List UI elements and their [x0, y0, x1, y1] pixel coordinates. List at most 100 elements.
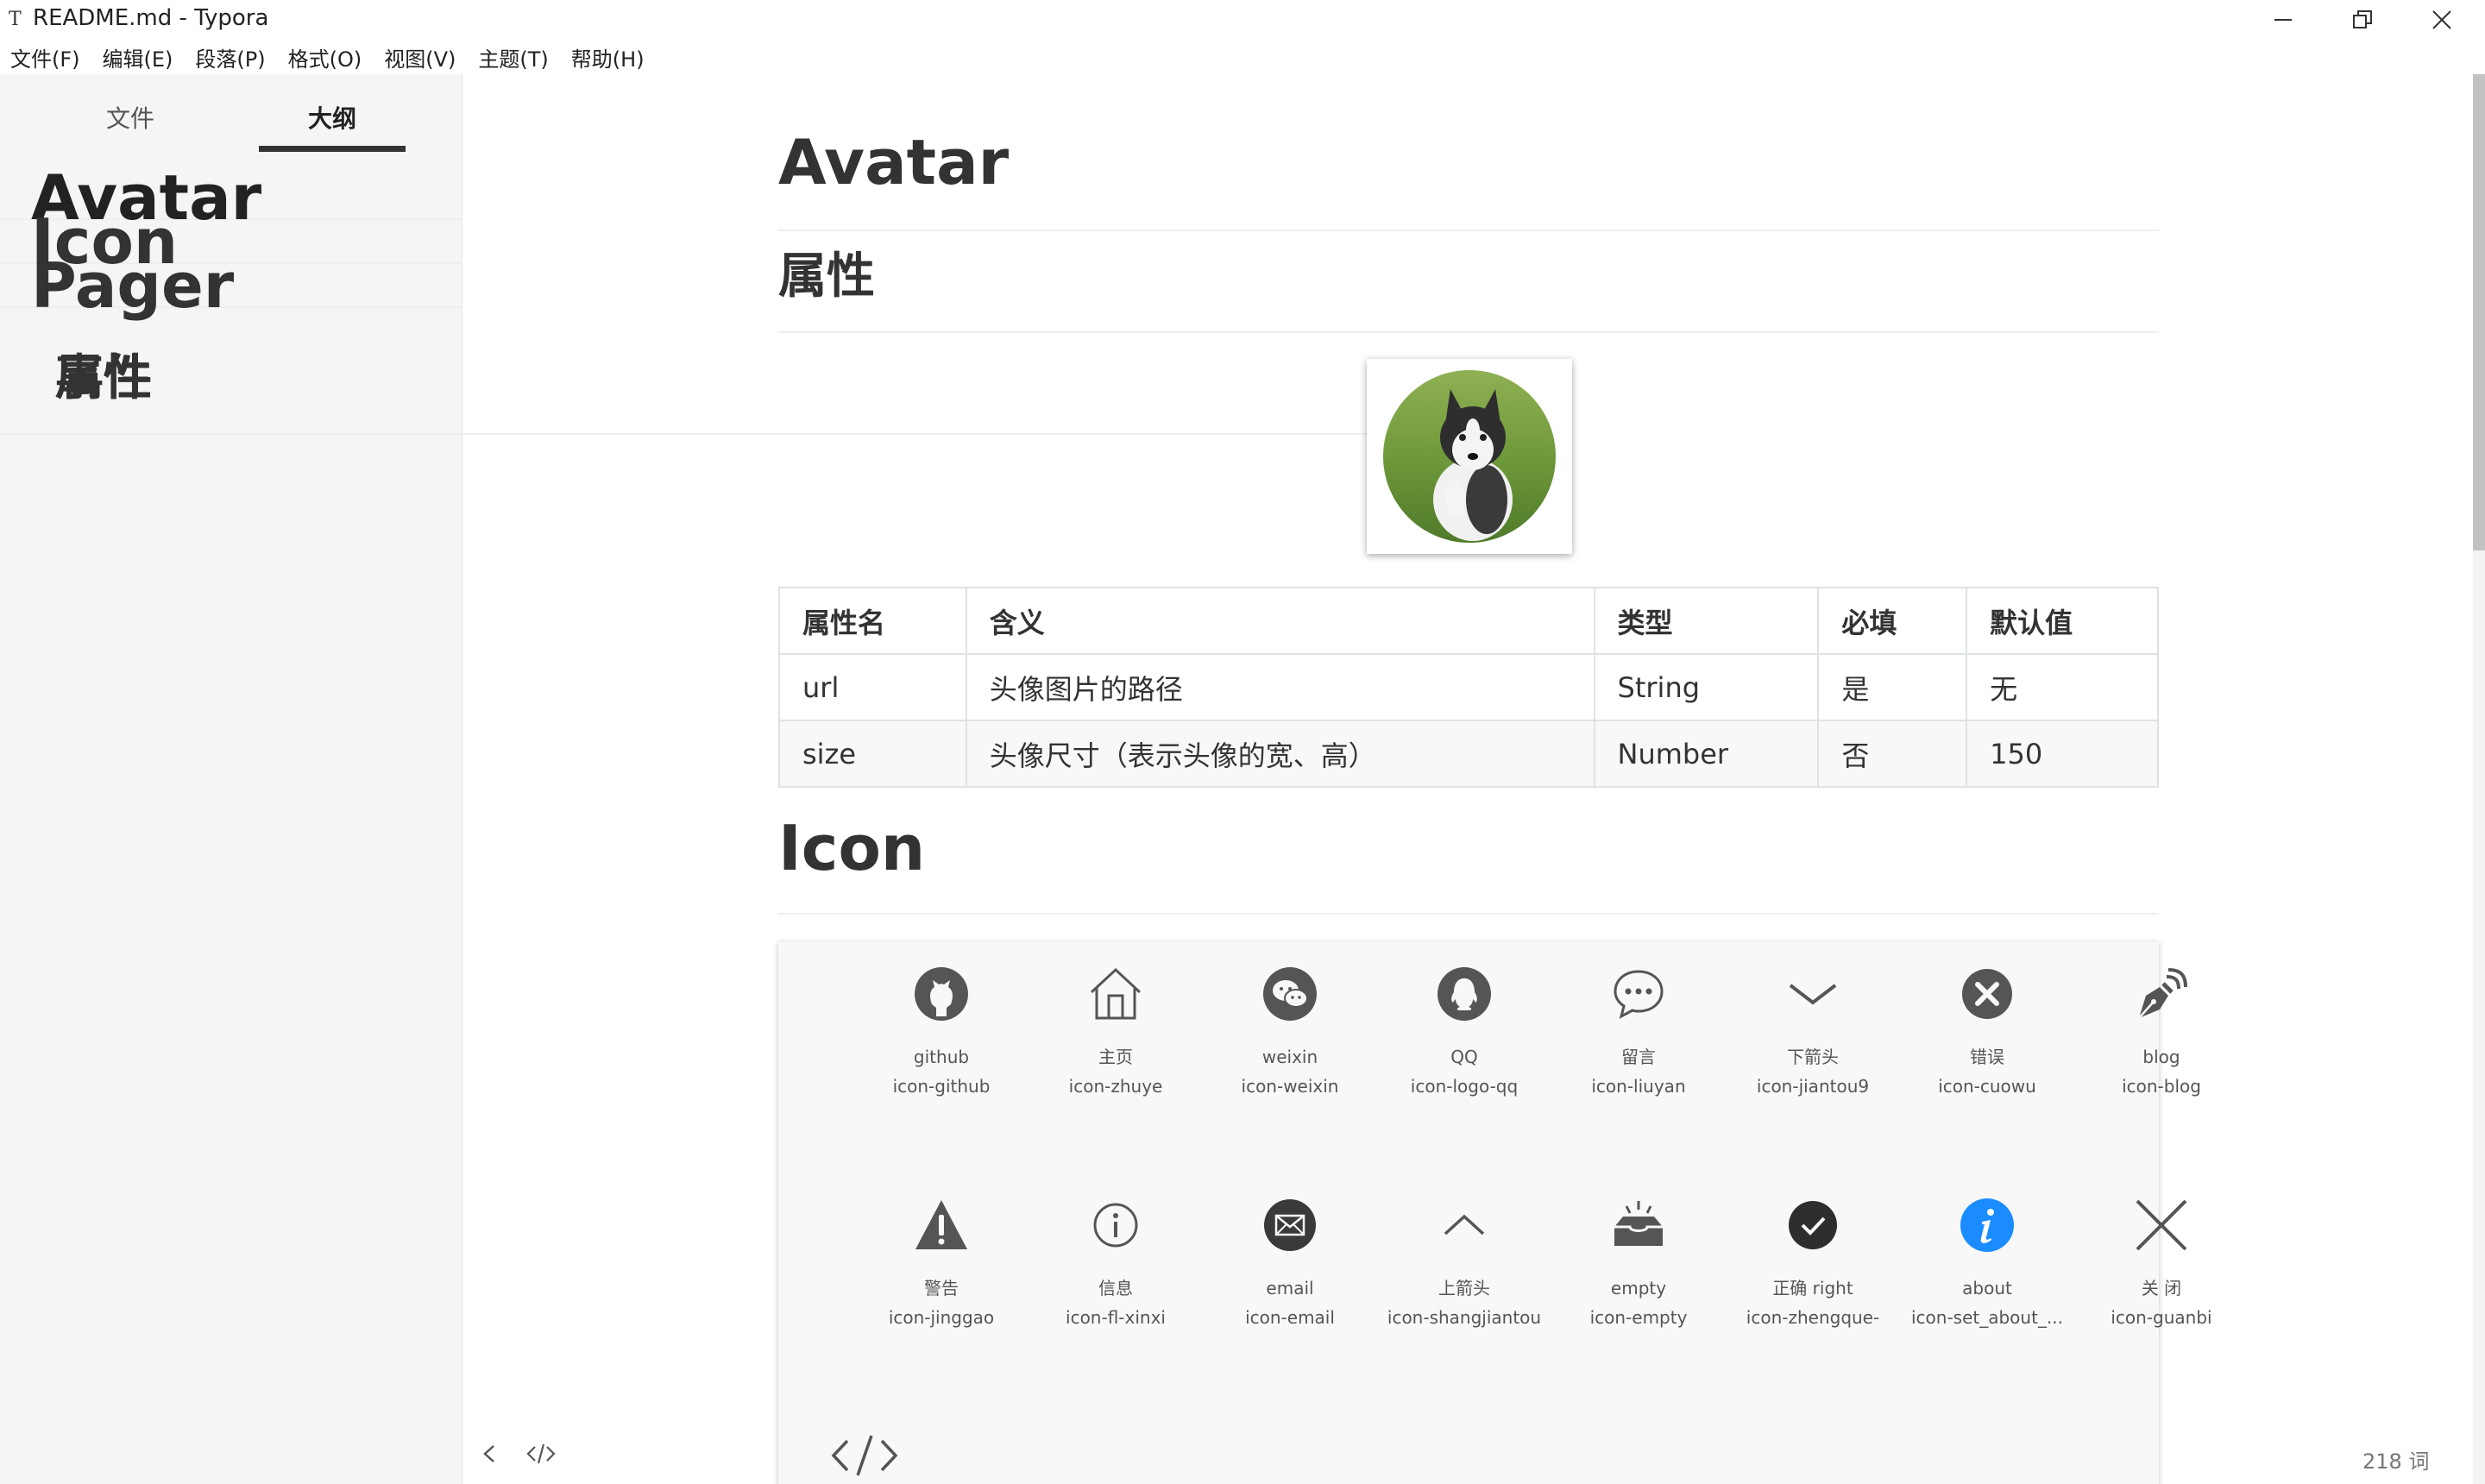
icon-label: 错误 — [1970, 1047, 2004, 1067]
table-cell: Number — [1593, 720, 1820, 788]
table-header-cell: 含义 — [965, 587, 1595, 655]
sidebar-tabs: 文件 大纲 — [0, 98, 462, 152]
table-cell: 头像图片的路径 — [965, 653, 1595, 721]
icon-classname: icon-fl-xinxi — [1066, 1307, 1166, 1328]
icon-label: blog — [2142, 1047, 2180, 1067]
icon-card-email[interactable]: email icon-email — [1204, 1198, 1376, 1332]
window-title: README.md - Typora — [33, 5, 269, 31]
icon-card-empty[interactable]: empty icon-empty — [1552, 1198, 1725, 1332]
icon-classname: icon-weixin — [1241, 1076, 1339, 1097]
menu-theme[interactable]: 主题(T) — [478, 42, 548, 72]
check-circle-icon — [1789, 1201, 1837, 1249]
outline-item-pager-events[interactable]: 事件 — [0, 355, 1381, 435]
table-header-cell: 默认值 — [1966, 587, 2159, 655]
tab-outline[interactable]: 大纲 — [259, 98, 406, 152]
menu-bar: 文件(F) 编辑(E) 段落(P) 格式(O) 视图(V) 主题(T) 帮助(H… — [0, 40, 667, 74]
icon-card-blog[interactable]: blog icon-blog — [2075, 966, 2248, 1101]
icon-card-jiantou9[interactable]: 下箭头 icon-jiantou9 — [1727, 966, 1899, 1101]
source-code-icon[interactable] — [828, 1434, 901, 1477]
menu-help[interactable]: 帮助(H) — [571, 42, 645, 72]
icon-card-about[interactable]: about icon-set_about_... — [1901, 1198, 2073, 1332]
minimize-button[interactable] — [2243, 0, 2323, 40]
table-cell: 无 — [1966, 653, 2159, 721]
icon-card-guanbi[interactable]: 关 闭 icon-guanbi — [2075, 1198, 2248, 1332]
heading-avatar: Avatar — [778, 131, 2159, 231]
empty-inbox-icon — [1614, 1201, 1663, 1246]
tab-files[interactable]: 文件 — [57, 98, 204, 152]
icon-card-weixin[interactable]: weixin icon-weixin — [1204, 966, 1376, 1101]
icon-classname: icon-email — [1245, 1307, 1335, 1328]
typora-app-icon: T — [9, 9, 22, 30]
icon-card-cuowu[interactable]: 错误 icon-cuowu — [1901, 966, 2073, 1101]
icon-label: 下箭头 — [1787, 1047, 1839, 1067]
table-cell: 是 — [1817, 653, 1968, 721]
properties-table: 属性名 含义 类型 必填 默认值 url 头像图片的路径 String 是 无 … — [778, 587, 2159, 788]
icon-gallery: github icon-github 主页 icon-zhuye weixin … — [778, 942, 2212, 1484]
icon-label: QQ — [1450, 1047, 1478, 1067]
error-icon — [1962, 969, 2012, 1019]
table-cell: 否 — [1817, 720, 1968, 788]
icon-classname: icon-jinggao — [888, 1307, 995, 1328]
icon-classname: icon-logo-qq — [1410, 1076, 1519, 1097]
table-header-cell: 属性名 — [778, 587, 967, 655]
icon-classname: icon-github — [892, 1076, 991, 1097]
icon-classname: icon-blog — [2122, 1076, 2201, 1097]
icon-card-shangjiantou[interactable]: 上箭头 icon-shangjiantou — [1378, 1198, 1551, 1332]
minimize-icon — [2274, 19, 2292, 21]
icon-classname: icon-guanbi — [2111, 1307, 2212, 1328]
icon-card-xinxi[interactable]: 信息 icon-fl-xinxi — [1029, 1198, 1202, 1332]
table-cell: url — [778, 653, 967, 721]
icon-classname: icon-set_about_... — [1910, 1307, 2064, 1328]
icon-card-zhengque[interactable]: 正确 right icon-zhengque- — [1727, 1198, 1899, 1332]
chevron-left-icon[interactable] — [480, 1441, 500, 1467]
icon-card-zhuye[interactable]: 主页 icon-zhuye — [1029, 966, 1202, 1101]
icon-label: 留言 — [1621, 1047, 1656, 1067]
icon-label: 关 闭 — [2141, 1278, 2182, 1298]
table-row: url 头像图片的路径 String 是 无 — [778, 653, 2159, 721]
source-code-icon[interactable] — [526, 1441, 556, 1467]
husky-photo — [1383, 370, 1556, 543]
restore-button[interactable] — [2323, 0, 2402, 40]
table-cell: 150 — [1966, 720, 2159, 788]
icon-card-liuyan[interactable]: 留言 icon-liuyan — [1552, 966, 1725, 1101]
icon-label: empty — [1610, 1278, 1667, 1298]
github-icon — [915, 967, 968, 1021]
table-header-cell: 类型 — [1593, 587, 1820, 655]
icon-classname: icon-zhengque- — [1746, 1307, 1880, 1328]
icon-card-qq[interactable]: QQ icon-logo-qq — [1378, 966, 1551, 1101]
close-icon — [2136, 1199, 2187, 1251]
menu-edit[interactable]: 编辑(E) — [103, 42, 173, 72]
icon-label: about — [1962, 1278, 2012, 1298]
icon-label: 主页 — [1098, 1047, 1133, 1067]
icon-label: weixin — [1261, 1047, 1318, 1067]
menu-format[interactable]: 格式(O) — [288, 42, 362, 72]
icon-card-github[interactable]: github icon-github — [855, 966, 1028, 1101]
icon-label: 信息 — [1098, 1278, 1133, 1298]
scrollbar-thumb[interactable] — [2473, 74, 2485, 550]
icon-card-jinggao[interactable]: 警告 icon-jinggao — [855, 1198, 1028, 1332]
icon-classname: icon-zhuye — [1068, 1076, 1163, 1097]
title-bar: T README.md - Typora — [0, 0, 2485, 40]
word-count[interactable]: 218 词 — [2362, 1444, 2429, 1475]
close-window-button[interactable] — [2402, 0, 2482, 40]
menu-view[interactable]: 视图(V) — [384, 42, 456, 72]
menu-paragraph[interactable]: 段落(P) — [195, 42, 265, 72]
restore-icon — [2353, 10, 2372, 28]
close-icon — [2432, 10, 2451, 29]
outline-list: Avatar 属性 Icon 属性 Pager 属性 事件 — [0, 167, 1381, 435]
table-cell: size — [778, 720, 967, 788]
pen-nib-icon — [2138, 968, 2187, 1019]
info-outline-icon — [1093, 1203, 1138, 1248]
avatar-image — [1367, 359, 1572, 554]
menu-file[interactable]: 文件(F) — [10, 42, 80, 72]
icon-classname: icon-shangjiantou — [1387, 1307, 1542, 1328]
icon-classname: icon-jiantou9 — [1756, 1076, 1870, 1097]
outline-item-pager[interactable]: Pager — [0, 255, 462, 317]
table-row: size 头像尺寸（表示头像的宽、高） Number 否 150 — [778, 720, 2159, 788]
icon-label: 正确 right — [1772, 1278, 1853, 1298]
icon-label: email — [1266, 1278, 1314, 1298]
sidebar: 文件 大纲 Avatar 属性 Icon 属性 Pager 属性 事件 — [0, 74, 1381, 1484]
heading-properties: 属性 — [778, 253, 2159, 333]
table-header-cell: 必填 — [1817, 587, 1968, 655]
bottom-toolbar — [480, 1441, 556, 1467]
